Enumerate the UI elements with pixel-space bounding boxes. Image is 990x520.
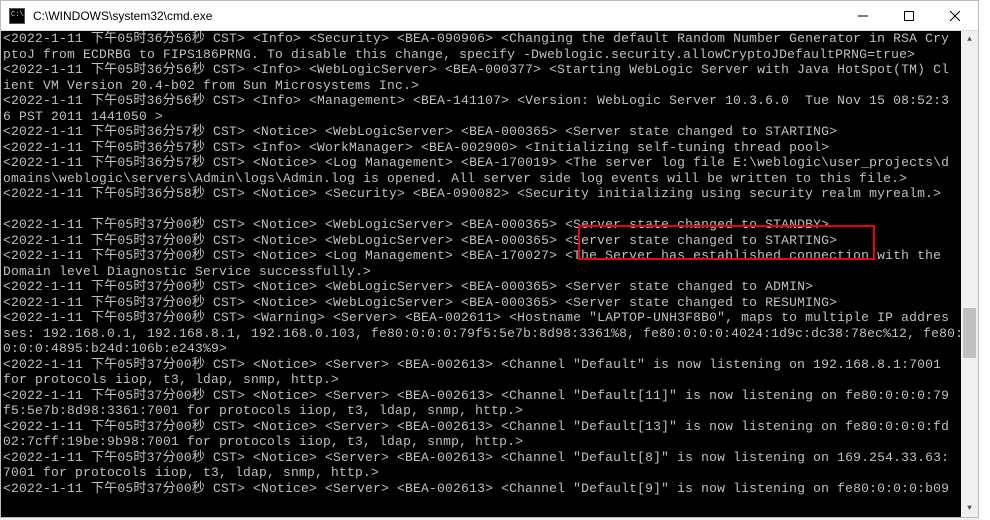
scroll-up-button[interactable]: ▲ bbox=[961, 31, 978, 48]
scroll-down-button[interactable]: ▼ bbox=[961, 500, 978, 517]
titlebar[interactable]: C:\WINDOWS\system32\cmd.exe bbox=[1, 1, 978, 31]
maximize-button[interactable] bbox=[886, 1, 932, 30]
scrollbar-track[interactable] bbox=[961, 48, 978, 500]
vertical-scrollbar[interactable]: ▲ ▼ bbox=[961, 31, 978, 517]
window-title: C:\WINDOWS\system32\cmd.exe bbox=[33, 9, 840, 23]
terminal-output[interactable]: <2022-1-11 下午05时36分56秒 CST> <Info> <Secu… bbox=[1, 31, 961, 517]
chevron-down-icon: ▼ bbox=[967, 504, 972, 513]
adjacent-window-edge bbox=[979, 0, 990, 520]
minimize-button[interactable] bbox=[840, 1, 886, 30]
window-controls bbox=[840, 1, 978, 30]
cmd-window: C:\WINDOWS\system32\cmd.exe <2022-1-11 下… bbox=[0, 0, 979, 518]
chevron-up-icon: ▲ bbox=[967, 35, 972, 44]
cmd-icon bbox=[9, 8, 25, 24]
scrollbar-thumb[interactable] bbox=[963, 308, 976, 358]
close-button[interactable] bbox=[932, 1, 978, 30]
